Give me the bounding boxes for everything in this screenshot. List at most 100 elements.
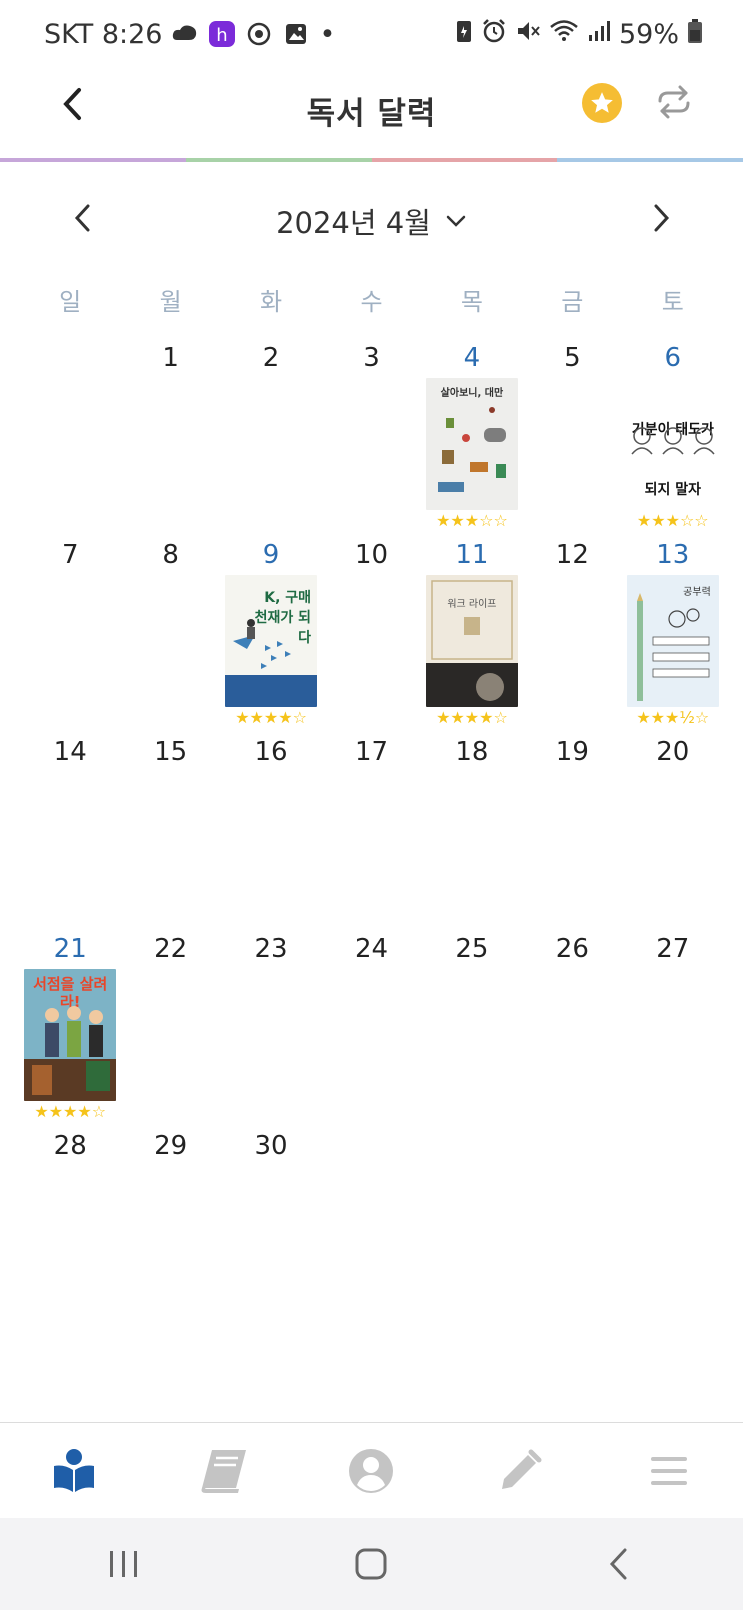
switch-view-button[interactable] bbox=[654, 80, 694, 124]
cover-illustration bbox=[425, 580, 518, 707]
calendar-day-18[interactable]: 18 bbox=[422, 734, 522, 931]
cover-illustration bbox=[636, 593, 710, 701]
system-navigation-bar bbox=[0, 1518, 743, 1610]
notif-dot: • bbox=[319, 18, 336, 50]
calendar-grid: 1 2 3 4 살아보니, 대만 ★★★☆☆ 5 6 기분이 태도가 되지 말자 ★★★☆☆ 7 8 9… bbox=[20, 340, 723, 1325]
cover-illustration bbox=[24, 1006, 117, 1101]
weekday-mon: 월 bbox=[159, 288, 182, 316]
day-number: 6 bbox=[664, 343, 682, 373]
day-number: 9 bbox=[262, 540, 280, 570]
calendar-day-23[interactable]: 23 bbox=[221, 931, 321, 1128]
day-number: 5 bbox=[564, 343, 581, 373]
day-number: 27 bbox=[656, 934, 690, 964]
day-number: 19 bbox=[555, 737, 589, 767]
calendar-day-21[interactable]: 21 서점을 살려라! ★★★★☆ bbox=[20, 931, 120, 1128]
nav-bookshelf[interactable] bbox=[149, 1423, 298, 1518]
day-number: 11 bbox=[455, 540, 489, 570]
star-rating: ★★★★☆ bbox=[235, 708, 307, 727]
day-number: 1 bbox=[162, 343, 179, 373]
calendar-day-8[interactable]: 8 bbox=[120, 537, 220, 734]
color-strip bbox=[0, 158, 743, 162]
star-rating: ★★★☆☆ bbox=[436, 511, 508, 530]
strip-red bbox=[371, 158, 558, 162]
system-back-button[interactable] bbox=[495, 1518, 743, 1610]
calendar-day-12[interactable]: 12 bbox=[522, 537, 622, 734]
cover-illustration bbox=[437, 407, 506, 492]
day-number: 17 bbox=[354, 737, 389, 767]
svg-text:h: h bbox=[217, 25, 228, 46]
back-arrow-icon bbox=[610, 1548, 627, 1580]
chevron-down-icon bbox=[446, 215, 466, 227]
calendar-day-2[interactable]: 2 bbox=[221, 340, 321, 537]
day-number: 26 bbox=[555, 934, 589, 964]
battery-icon bbox=[687, 18, 703, 51]
nav-profile[interactable] bbox=[297, 1423, 446, 1518]
weekday-sat: 토 bbox=[661, 288, 684, 316]
calendar-day-10[interactable]: 10 bbox=[321, 537, 421, 734]
recent-apps-button[interactable] bbox=[0, 1518, 248, 1610]
nav-reading-calendar[interactable] bbox=[0, 1423, 149, 1518]
calendar-day-19[interactable]: 19 bbox=[522, 734, 622, 931]
nav-write[interactable] bbox=[446, 1423, 595, 1518]
calendar-day-15[interactable]: 15 bbox=[120, 734, 220, 931]
next-month-button[interactable] bbox=[642, 198, 682, 238]
calendar-day-4[interactable]: 4 살아보니, 대만 ★★★☆☆ bbox=[422, 340, 522, 537]
calendar-day-22[interactable]: 22 bbox=[120, 931, 220, 1128]
status-left: SKT 8:26 h • bbox=[44, 14, 335, 54]
nav-menu[interactable] bbox=[594, 1423, 743, 1518]
book-cover[interactable]: 살아보니, 대만 bbox=[425, 378, 518, 510]
repeat-icon bbox=[658, 85, 690, 119]
weekday-wed: 수 bbox=[360, 288, 383, 316]
book-cover[interactable]: 기분이 태도가 되지 말자 bbox=[626, 378, 719, 510]
calendar-day-7[interactable]: 7 bbox=[20, 537, 120, 734]
calendar-day-11[interactable]: 11 워크 라이프 ★★★★☆ bbox=[422, 537, 522, 734]
calendar-day-16[interactable]: 16 bbox=[221, 734, 321, 931]
star-icon bbox=[591, 92, 613, 113]
day-number: 4 bbox=[463, 343, 481, 373]
calendar-day-6[interactable]: 6 기분이 태도가 되지 말자 ★★★☆☆ bbox=[623, 340, 723, 537]
calendar-day-27[interactable]: 27 bbox=[623, 931, 723, 1128]
day-number: 13 bbox=[656, 540, 690, 570]
calendar-day-24[interactable]: 24 bbox=[321, 931, 421, 1128]
calendar-day-9[interactable]: 9 K, 구매 천재가 되다 ★★★★☆ bbox=[221, 537, 321, 734]
calendar-day-20[interactable]: 20 bbox=[623, 734, 723, 931]
day-number: 20 bbox=[656, 737, 690, 767]
image-icon bbox=[282, 20, 310, 48]
calendar-day-25[interactable]: 25 bbox=[422, 931, 522, 1128]
profile-icon bbox=[349, 1448, 394, 1493]
book-cover[interactable]: 서점을 살려라! bbox=[24, 969, 117, 1101]
day-number: 8 bbox=[162, 540, 179, 570]
book-icon bbox=[201, 1449, 246, 1493]
favorites-button[interactable] bbox=[582, 83, 622, 123]
pencil-icon bbox=[502, 1449, 542, 1489]
calendar-day-26[interactable]: 26 bbox=[522, 931, 622, 1128]
day-number: 24 bbox=[354, 934, 389, 964]
calendar-day-13[interactable]: 13 공부력 ★★★½☆ bbox=[623, 537, 723, 734]
page-title: 독서 달력 bbox=[306, 96, 437, 132]
calendar-day-29[interactable]: 29 bbox=[120, 1128, 220, 1325]
bottom-navigation bbox=[0, 1422, 743, 1518]
day-number: 12 bbox=[555, 540, 589, 570]
day-number: 30 bbox=[254, 1131, 288, 1161]
day-number: 21 bbox=[53, 934, 87, 964]
month-selector[interactable]: 2024년 4월 bbox=[0, 200, 743, 242]
calendar-day-5[interactable]: 5 bbox=[522, 340, 622, 537]
month-label: 2024년 4월 bbox=[276, 206, 431, 240]
cover-illustration bbox=[631, 427, 715, 455]
home-button[interactable] bbox=[248, 1518, 496, 1610]
book-cover[interactable]: 워크 라이프 bbox=[425, 575, 518, 707]
day-number: 2 bbox=[262, 343, 280, 373]
calendar-day-17[interactable]: 17 bbox=[321, 734, 421, 931]
calendar-day-14[interactable]: 14 bbox=[20, 734, 120, 931]
alarm-icon bbox=[481, 18, 507, 51]
book-cover[interactable]: K, 구매 천재가 되다 bbox=[225, 575, 318, 707]
chevron-right-icon bbox=[654, 204, 670, 232]
calendar-day-28[interactable]: 28 bbox=[20, 1128, 120, 1325]
book-cover[interactable]: 공부력 bbox=[626, 575, 719, 707]
calendar-day-3[interactable]: 3 bbox=[321, 340, 421, 537]
calendar-day-1[interactable]: 1 bbox=[120, 340, 220, 537]
calendar-day-30[interactable]: 30 bbox=[221, 1128, 321, 1325]
mute-icon bbox=[515, 18, 541, 51]
status-bar: SKT 8:26 h • 59% bbox=[0, 0, 743, 66]
battery-percent: 59% bbox=[618, 18, 679, 50]
